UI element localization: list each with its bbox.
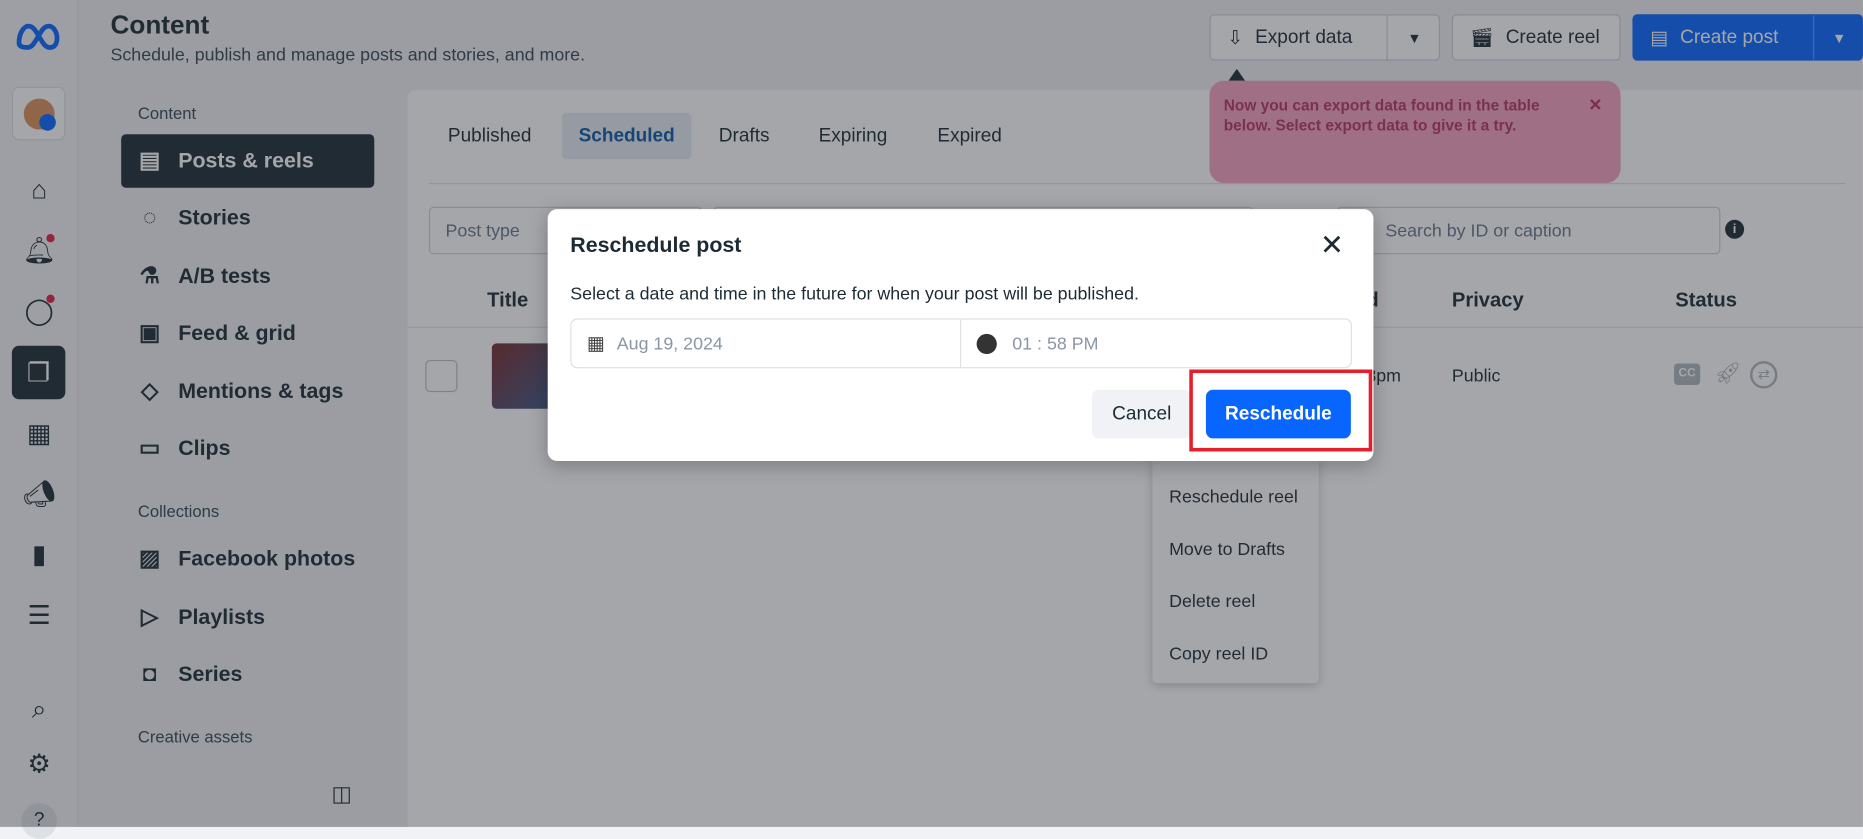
datetime-input-group: ▦ Aug 19, 2024 01 : 58 PM [570,318,1353,369]
dialog-title: Reschedule post [570,232,742,257]
calendar-icon: ▦ [586,333,605,355]
cancel-button[interactable]: Cancel [1091,389,1192,439]
dialog-description: Select a date and time in the future for… [570,283,1139,305]
highlight-box [1189,369,1373,452]
date-field[interactable]: ▦ Aug 19, 2024 [571,320,960,368]
close-icon[interactable]: ✕ [1320,228,1344,262]
time-field[interactable]: 01 : 58 PM [961,320,1351,368]
clock-icon [976,333,997,354]
